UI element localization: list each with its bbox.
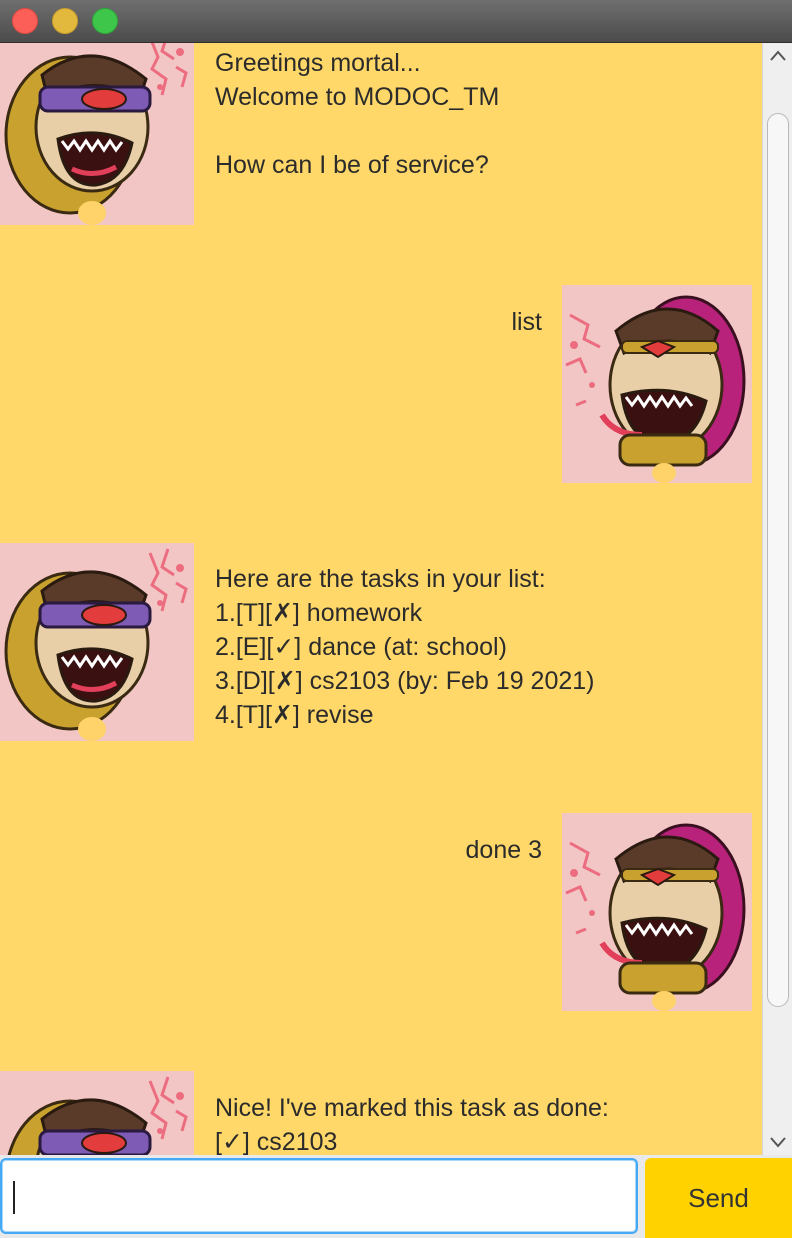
dialog-box-user: list (0, 285, 762, 483)
input-bar: Send (0, 1155, 792, 1238)
user-input-field[interactable] (0, 1158, 638, 1234)
send-button[interactable]: Send (645, 1158, 792, 1238)
bot-message-text: Nice! I've marked this task as done: [✓]… (215, 1094, 609, 1155)
minimize-window-button[interactable] (52, 8, 78, 34)
dialog-container[interactable]: Greetings mortal... Welcome to MODOC_TM … (0, 43, 762, 1155)
bot-avatar-modok-icon (0, 1071, 194, 1155)
maximize-window-button[interactable] (92, 8, 118, 34)
text-caret (13, 1181, 15, 1214)
dialog-box-bot: Greetings mortal... Welcome to MODOC_TM … (0, 43, 762, 228)
bot-message-text: Greetings mortal... Welcome to MODOC_TM … (215, 49, 500, 179)
close-window-button[interactable] (12, 8, 38, 34)
dialog-box-user: done 3 (0, 813, 762, 1011)
scroll-down-arrow-icon[interactable] (769, 1135, 787, 1149)
title-bar (0, 0, 792, 43)
user-avatar-modok-icon (562, 813, 752, 1011)
user-message-text: list (511, 308, 542, 336)
bot-avatar-modok-icon (0, 43, 194, 225)
user-avatar-modok-icon (562, 285, 752, 483)
dialog-box-bot: Here are the tasks in your list: 1.[T][✗… (0, 543, 762, 741)
scroll-up-arrow-icon[interactable] (769, 49, 787, 63)
scrollbar-thumb[interactable] (767, 113, 789, 1007)
dialog-box-bot: Nice! I've marked this task as done: [✓]… (0, 1071, 762, 1155)
bot-message-text: Here are the tasks in your list: 1.[T][✗… (215, 565, 595, 729)
user-message-text: done 3 (465, 836, 542, 864)
vertical-scrollbar[interactable] (762, 43, 792, 1155)
bot-avatar-modok-icon (0, 543, 194, 741)
